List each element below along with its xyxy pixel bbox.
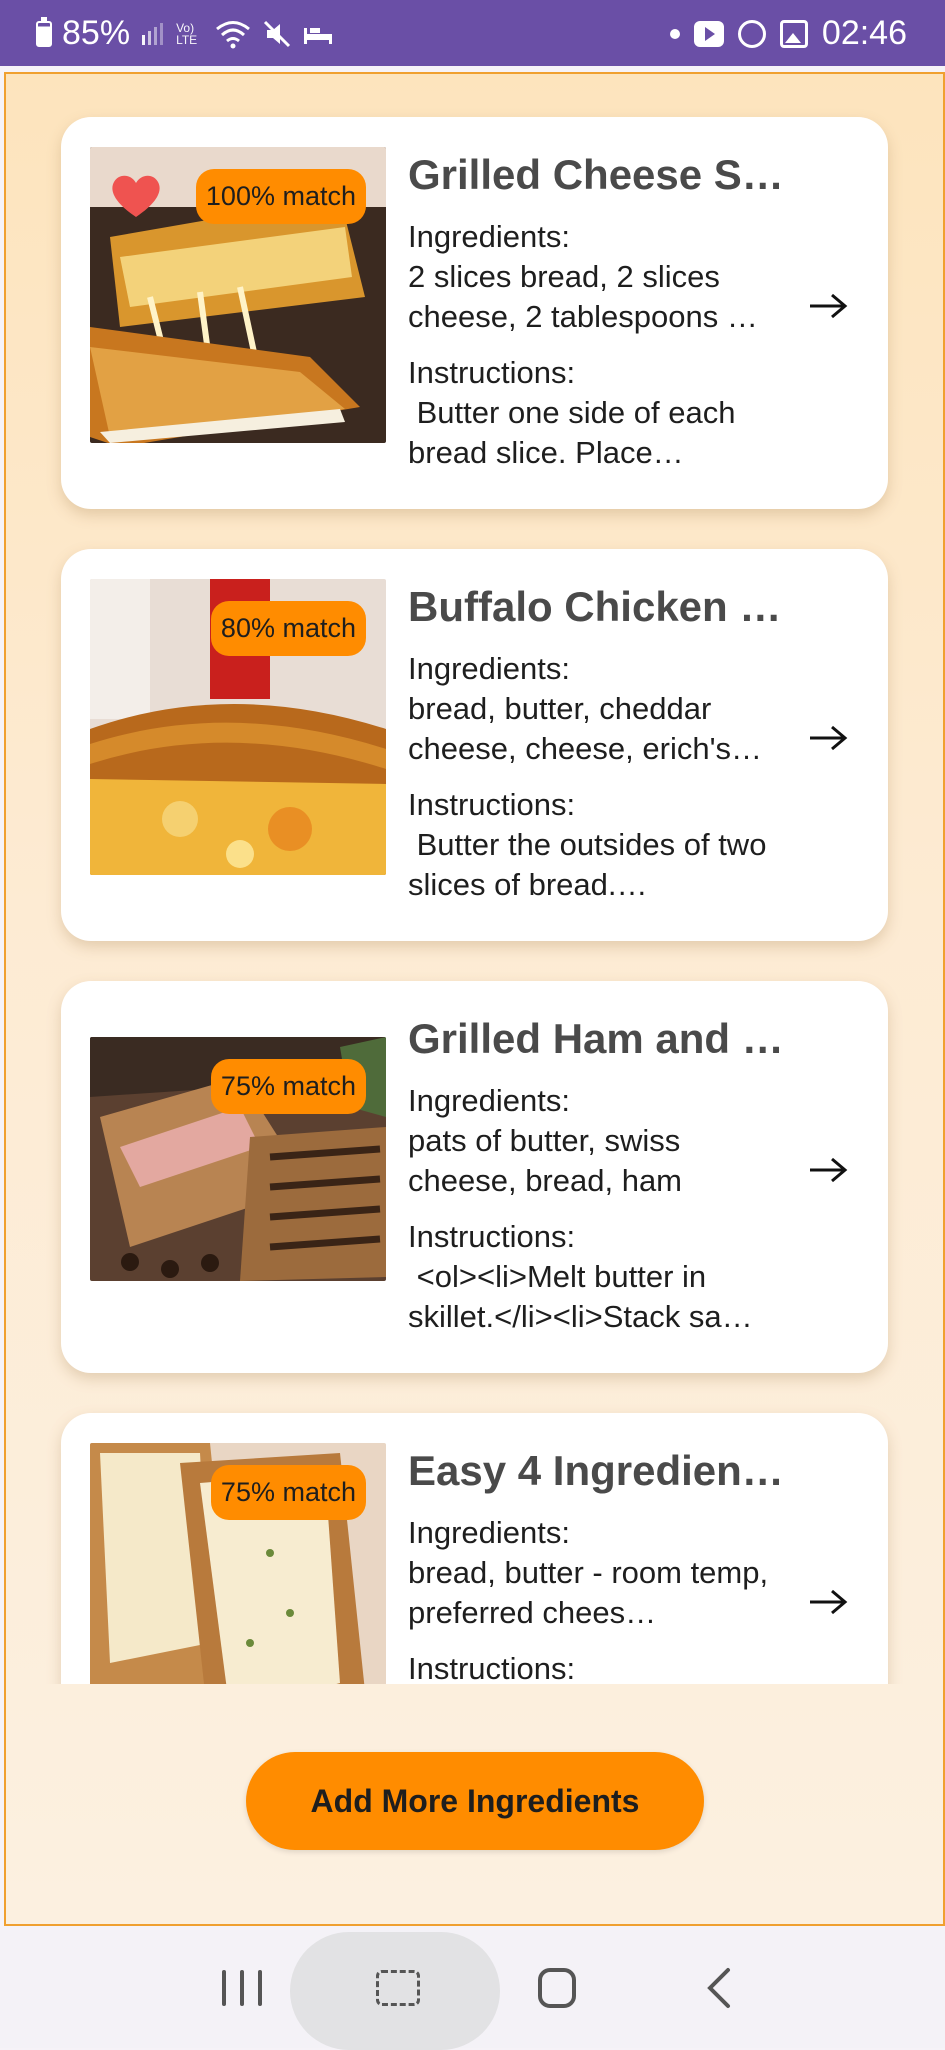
app-screen: 100% match Grilled Cheese S… Ingredients… <box>4 72 945 1926</box>
recipe-card[interactable]: 100% match Grilled Cheese S… Ingredients… <box>61 117 888 509</box>
arrow-right-icon[interactable] <box>808 293 848 319</box>
ingredients-text: pats of butter, swiss cheese, bread, ham <box>408 1123 689 1198</box>
match-badge: 75% match <box>210 1465 366 1520</box>
signal-icon <box>142 22 164 45</box>
arrow-right-icon[interactable] <box>808 1589 848 1615</box>
ingredients-label: Ingredients: <box>408 1083 570 1118</box>
status-bar: 85% Vo) LTE 02:46 <box>0 0 945 66</box>
instructions-label: Instructions: <box>408 355 576 390</box>
arrow-right-icon[interactable] <box>808 725 848 751</box>
ingredients-section: Ingredients: bread, butter, cheddar chee… <box>408 649 788 769</box>
ingredients-text: bread, butter - room temp, preferred che… <box>408 1555 777 1630</box>
ingredients-text: 2 slices bread, 2 slices cheese, 2 table… <box>408 259 758 334</box>
ingredients-label: Ingredients: <box>408 219 570 254</box>
status-right: 02:46 <box>669 14 907 53</box>
instructions-section: Instructions: Butter one side of each br… <box>408 353 788 473</box>
notification-dot-icon <box>669 28 680 39</box>
mute-icon <box>264 20 291 47</box>
clock: 02:46 <box>821 14 907 52</box>
add-more-ingredients-button[interactable]: Add More Ingredients <box>246 1752 704 1850</box>
ingredients-section: Ingredients: 2 slices bread, 2 slices ch… <box>408 217 788 337</box>
recipe-image: 80% match <box>90 579 386 875</box>
gallery-icon <box>779 19 808 48</box>
volte-icon: Vo) LTE <box>176 20 198 47</box>
wifi-icon <box>216 20 251 48</box>
navigation-bar <box>0 1930 945 2050</box>
recipe-card[interactable]: 80% match Buffalo Chicken … Ingredients:… <box>61 549 888 941</box>
recents-icon[interactable] <box>222 1970 262 2006</box>
recipe-title: Grilled Ham and … <box>408 1015 784 1062</box>
match-badge: 100% match <box>195 169 366 224</box>
whatsapp-icon <box>737 19 766 48</box>
recipe-list[interactable]: 100% match Grilled Cheese S… Ingredients… <box>6 74 943 1684</box>
ingredients-text: bread, butter, cheddar cheese, cheese, e… <box>408 691 762 766</box>
recipe-image: 75% match <box>90 1443 386 1684</box>
arrow-right-icon[interactable] <box>808 1157 848 1183</box>
status-left: 85% Vo) LTE <box>36 14 334 53</box>
match-badge: 75% match <box>210 1059 366 1114</box>
ingredients-section: Ingredients: pats of butter, swiss chees… <box>408 1081 788 1201</box>
recipe-card[interactable]: 75% match Easy 4 Ingredien… Ingredients:… <box>61 1413 888 1684</box>
heart-icon[interactable] <box>110 173 162 219</box>
ingredients-label: Ingredients: <box>408 651 570 686</box>
instructions-section: Instructions: <box>408 1649 788 1684</box>
ingredients-section: Ingredients: bread, butter - room temp, … <box>408 1513 788 1633</box>
recipe-card[interactable]: 75% match Grilled Ham and … Ingredients:… <box>61 981 888 1373</box>
match-badge: 80% match <box>210 601 366 656</box>
instructions-label: Instructions: <box>408 1651 576 1684</box>
instructions-section: Instructions: Butter the outsides of two… <box>408 785 788 905</box>
instructions-text: <ol><li>Melt butter in skillet.</li><li>… <box>408 1259 753 1334</box>
ingredients-label: Ingredients: <box>408 1515 570 1550</box>
instructions-section: Instructions: <ol><li>Melt butter in ski… <box>408 1217 788 1337</box>
instructions-label: Instructions: <box>408 1219 576 1254</box>
recipe-image: 75% match <box>90 1037 386 1281</box>
instructions-text: Butter one side of each bread slice. Pla… <box>408 395 745 470</box>
back-icon[interactable] <box>700 1966 740 2010</box>
instructions-text: Butter the outsides of two slices of bre… <box>408 827 776 902</box>
recipe-title: Easy 4 Ingredien… <box>408 1447 784 1494</box>
home-icon[interactable] <box>538 1968 576 2008</box>
recipe-title: Grilled Cheese S… <box>408 151 784 198</box>
youtube-icon <box>693 20 724 47</box>
battery-percent: 85% <box>62 14 131 52</box>
recipe-image: 100% match <box>90 147 386 443</box>
instructions-label: Instructions: <box>408 787 576 822</box>
battery-icon <box>36 16 52 47</box>
sleep-mode-icon <box>304 27 333 44</box>
screen-capture-icon[interactable] <box>376 1970 420 2006</box>
recipe-title: Buffalo Chicken … <box>408 583 782 630</box>
